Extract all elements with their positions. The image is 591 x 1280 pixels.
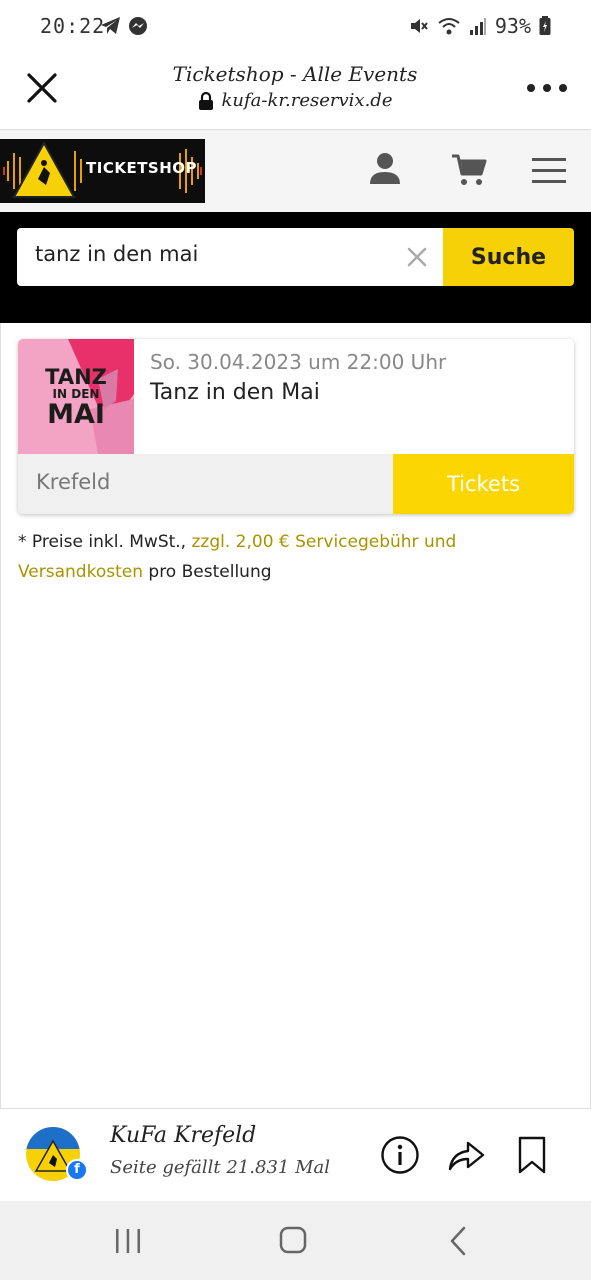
- status-time: 20:22: [40, 14, 106, 38]
- battery-percent: 93%: [494, 14, 531, 38]
- hamburger-menu-icon[interactable]: [530, 150, 570, 190]
- wifi-icon: [438, 18, 460, 35]
- ticketshop-logo[interactable]: TICKETSHOP: [0, 139, 205, 203]
- site-header: TICKETSHOP: [0, 130, 591, 212]
- bookmark-icon[interactable]: [512, 1135, 552, 1175]
- facebook-page-bar: f KuFa Krefeld Seite gefällt 21.831 Mal: [0, 1108, 591, 1201]
- price-note: * Preise inkl. MwSt., zzgl. 2,00 € Servi…: [18, 527, 488, 587]
- signal-icon: [469, 18, 486, 35]
- search-box: [17, 228, 443, 286]
- status-system-icons: 93%: [409, 14, 551, 38]
- search-results: TANZ IN DEN MAI So. 30.04.2023 um 22:00 …: [0, 323, 591, 1108]
- price-note-suffix: pro Bestellung: [143, 562, 272, 582]
- event-image[interactable]: TANZ IN DEN MAI: [18, 339, 134, 454]
- home-icon[interactable]: [273, 1223, 313, 1259]
- messenger-icon: [129, 17, 147, 35]
- logo-text: TICKETSHOP: [86, 159, 198, 177]
- recent-apps-icon[interactable]: [108, 1223, 148, 1259]
- event-location: Krefeld: [36, 470, 111, 494]
- back-icon[interactable]: [440, 1223, 480, 1259]
- event-date: So. 30.04.2023 um 22:00 Uhr: [150, 350, 447, 374]
- search-section: Suche: [0, 212, 591, 323]
- cart-icon[interactable]: [449, 150, 489, 190]
- browser-url-row: kufa-kr.reservix.de: [120, 90, 470, 111]
- event-footer: Krefeld Tickets: [18, 454, 574, 514]
- facebook-page-likes: Seite gefällt 21.831 Mal: [110, 1157, 331, 1178]
- mute-icon: [410, 19, 428, 33]
- event-image-line-3: MAI: [47, 399, 105, 430]
- price-note-prefix: * Preise inkl. MwSt.,: [18, 532, 192, 552]
- browser-title-block: Ticketshop - Alle Events kufa-kr.reservi…: [120, 60, 470, 111]
- system-navigation-bar: [0, 1201, 591, 1280]
- search-input[interactable]: [35, 242, 395, 266]
- info-icon[interactable]: [380, 1135, 420, 1175]
- event-card[interactable]: TANZ IN DEN MAI So. 30.04.2023 um 22:00 …: [18, 339, 574, 514]
- lock-icon: [198, 91, 213, 110]
- event-title[interactable]: Tanz in den Mai: [150, 380, 320, 405]
- status-bar: 20:22 93%: [0, 0, 591, 56]
- telegram-icon: [101, 17, 120, 34]
- browser-url: kufa-kr.reservix.de: [221, 90, 393, 111]
- status-notification-icons: [100, 16, 148, 36]
- clear-search-icon[interactable]: [405, 245, 429, 269]
- search-button[interactable]: Suche: [443, 228, 574, 286]
- battery-icon: [539, 16, 551, 35]
- facebook-badge-icon: f: [66, 1159, 88, 1181]
- in-app-browser-bar: Ticketshop - Alle Events kufa-kr.reservi…: [0, 56, 591, 130]
- facebook-page-name[interactable]: KuFa Krefeld: [110, 1123, 256, 1148]
- browser-title: Ticketshop - Alle Events: [172, 62, 418, 86]
- more-options-icon[interactable]: [527, 76, 567, 100]
- event-image-line-1: TANZ: [45, 365, 107, 389]
- share-icon[interactable]: [446, 1135, 486, 1175]
- close-icon[interactable]: [24, 70, 60, 106]
- account-icon[interactable]: [365, 150, 405, 190]
- tickets-button[interactable]: Tickets: [393, 454, 574, 514]
